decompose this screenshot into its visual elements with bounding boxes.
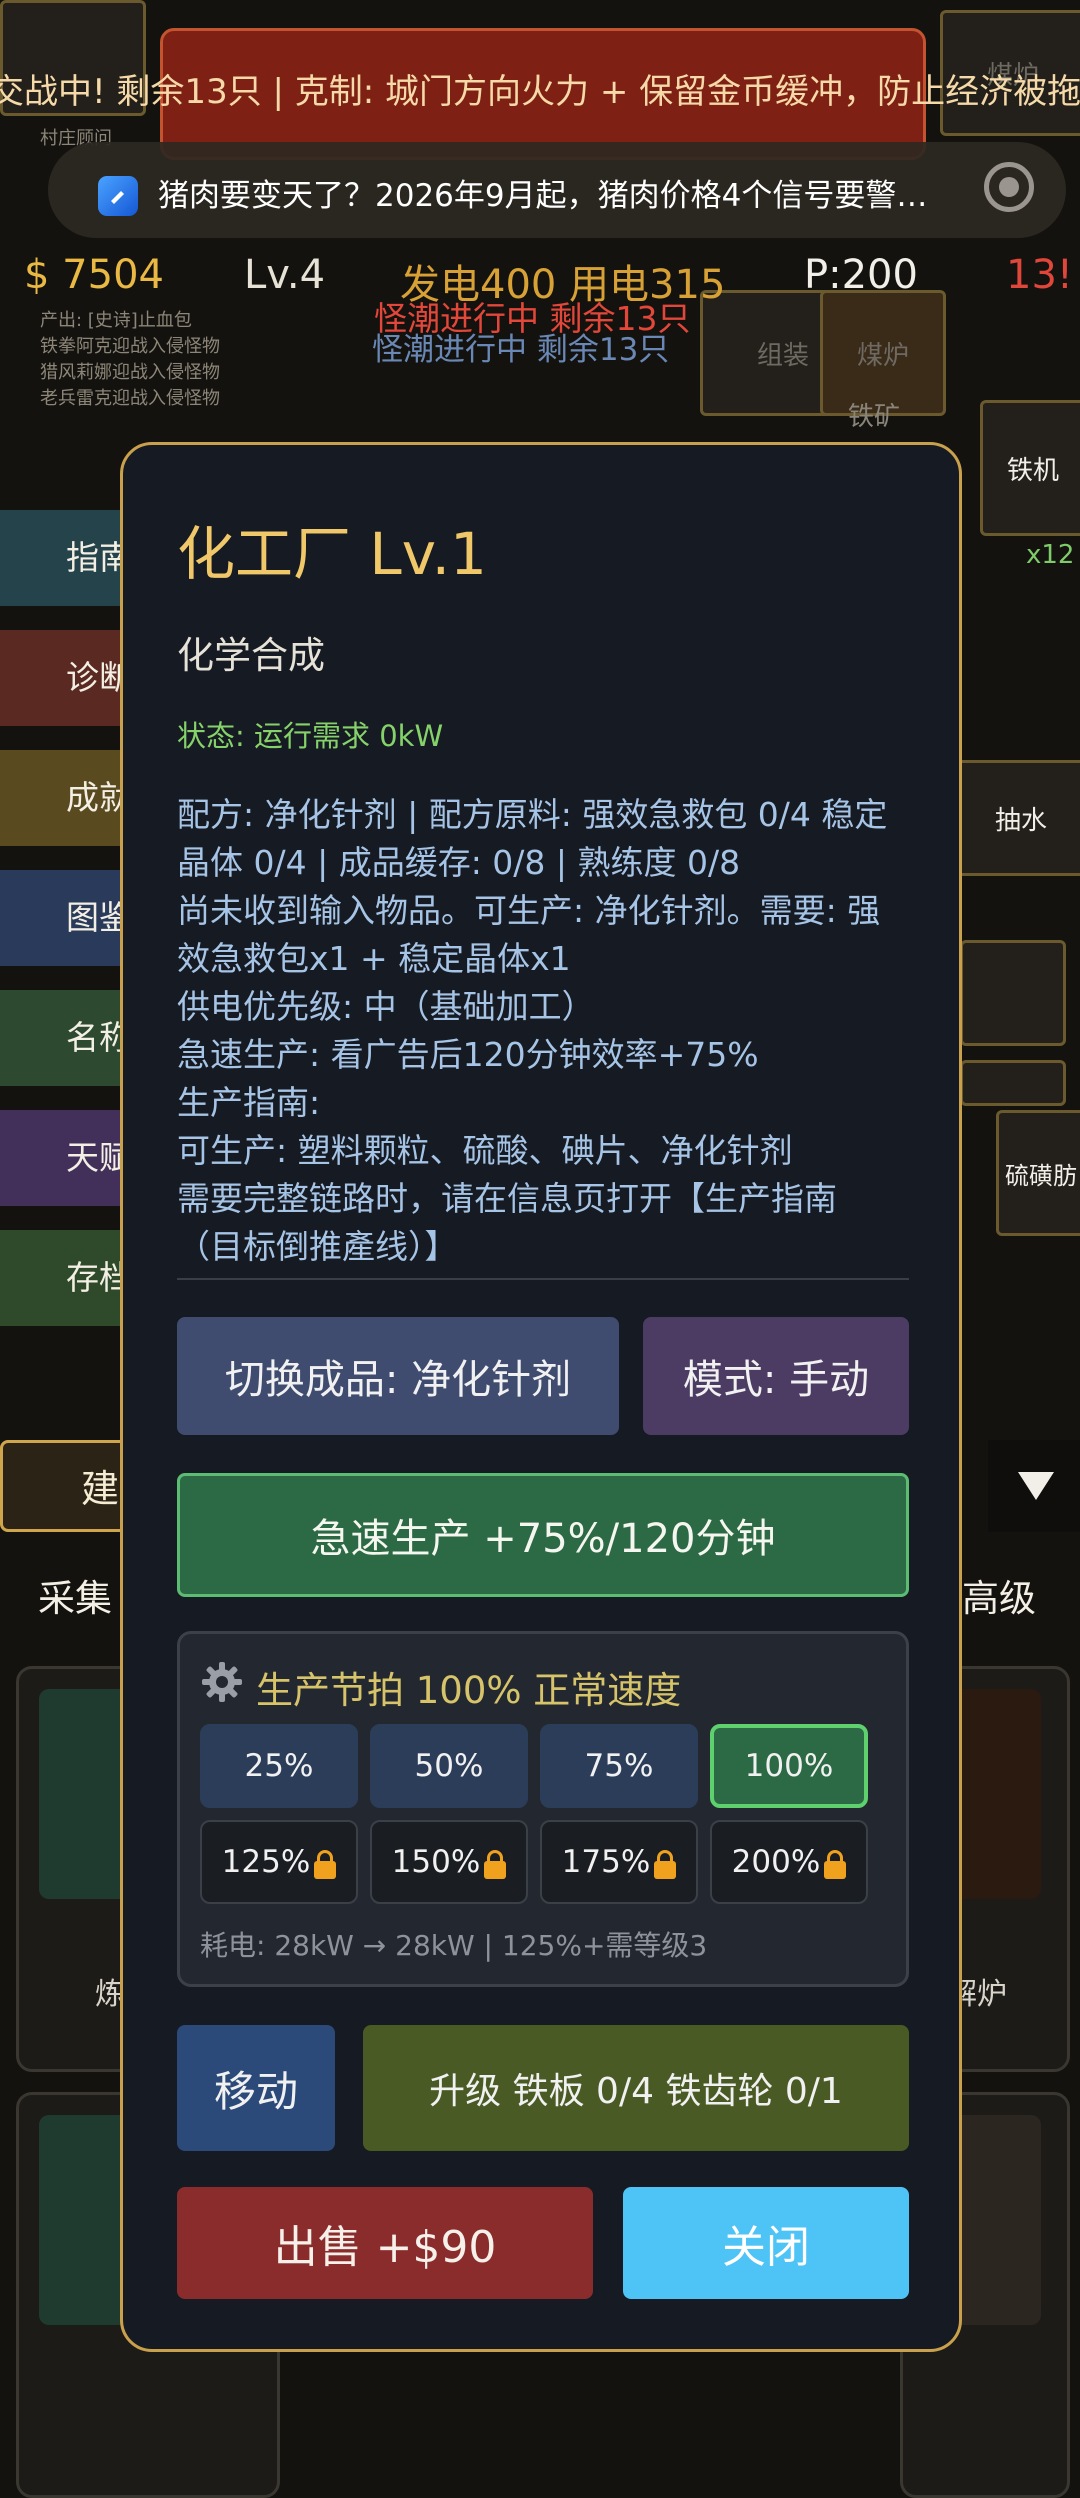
sell-building-button[interactable]: 出售 +$90 <box>177 2187 593 2299</box>
category-advanced[interactable]: 高级 <box>962 1568 1036 1622</box>
producible-list: 可生产: 塑料颗粒、硫酸、碘片、净化针剂 <box>177 1131 793 1170</box>
log-line: 铁拳阿克迎战入侵怪物 <box>40 336 220 357</box>
input-info: 尚未收到输入物品。可生产: 净化针剂。需要: 强效急救包x1 + 稳定晶体x1 <box>177 891 881 978</box>
log-line: 产出: [史诗]止血包 <box>40 310 192 331</box>
upgrade-building-button[interactable]: 升级 铁板 0/4 铁齿轮 0/1 <box>363 2025 909 2151</box>
guide-heading: 生产指南: <box>177 1083 321 1122</box>
rush-info: 急速生产: 看广告后120分钟效率+75% <box>177 1035 759 1074</box>
log-line: 老兵雷克迎战入侵怪物 <box>40 388 220 409</box>
money-counter: $ 7504 <box>24 252 164 298</box>
speed-option-50[interactable]: 50% <box>370 1724 528 1808</box>
speed-option-25[interactable]: 25% <box>200 1724 358 1808</box>
speed-option-175[interactable]: 175% <box>540 1820 698 1904</box>
speed-option-label: 50% <box>414 1748 484 1784</box>
log-line: 猎风莉娜迎战入侵怪物 <box>40 362 220 383</box>
power-consumption-note: 耗电: 28kW → 28kW | 125%+需等级3 <box>200 1929 708 1962</box>
building-detail-modal: 化工厂 Lv.1 化学合成 状态: 运行需求 0kW 配方: 净化针剂 | 配方… <box>120 442 962 2352</box>
building-status: 状态: 运行需求 0kW <box>177 719 444 753</box>
lock-icon <box>654 1850 677 1879</box>
wave-status-secondary: 怪潮进行中 剩余13只 <box>372 332 670 368</box>
building-description[interactable]: 配方: 净化针剂 | 配方原料: 强效急救包 0/4 稳定晶体 0/4 | 成品… <box>177 791 897 1281</box>
building-category: 化学合成 <box>177 634 325 677</box>
recipe-info: 配方: 净化针剂 | 配方原料: 强效急救包 0/4 稳定晶体 0/4 | 成品… <box>177 795 888 882</box>
record-icon[interactable] <box>984 162 1034 212</box>
lock-icon <box>824 1850 847 1879</box>
speed-panel-title: 生产节拍 100% 正常速度 <box>256 1669 682 1712</box>
building-title: 化工厂 Lv.1 <box>177 520 487 588</box>
enemy-alert-count[interactable]: 13! <box>1006 252 1073 298</box>
map-tile-iron-machine: 铁机 <box>980 400 1080 536</box>
rush-production-button[interactable]: 急速生产 +75%/120分钟 <box>177 1473 909 1597</box>
lock-icon <box>484 1850 507 1879</box>
map-tile <box>960 1060 1066 1106</box>
speed-option-100[interactable]: 100% <box>710 1724 868 1808</box>
move-building-button[interactable]: 移动 <box>177 2025 335 2151</box>
map-tile <box>960 940 1066 1046</box>
mode-toggle-button[interactable]: 模式: 手动 <box>643 1317 909 1435</box>
switch-product-button[interactable]: 切换成品: 净化针剂 <box>177 1317 619 1435</box>
production-speed-panel: 生产节拍 100% 正常速度 25% 50% 75% 100% 125% 150% 175%… <box>177 1631 909 1987</box>
category-gather[interactable]: 采集 <box>38 1568 112 1622</box>
divider <box>177 1278 909 1280</box>
population-counter: P:200 <box>804 252 918 298</box>
gear-icon <box>202 1662 242 1702</box>
close-modal-button[interactable]: 关闭 <box>623 2187 909 2299</box>
speed-option-label: 200% <box>731 1844 821 1880</box>
speed-option-125[interactable]: 125% <box>200 1820 358 1904</box>
speed-option-200[interactable]: 200% <box>710 1820 868 1904</box>
speed-option-150[interactable]: 150% <box>370 1820 528 1904</box>
collapse-build-bar-button[interactable] <box>988 1440 1080 1532</box>
news-app-icon <box>98 176 138 216</box>
speed-option-label: 175% <box>561 1844 651 1880</box>
map-tile-pump: 抽水 <box>956 760 1080 876</box>
wave-warning-text: 交战中! 剩余13只 | 克制: 城门方向火力 + 保留金币缓冲，防止经济被拖 <box>0 72 1080 112</box>
notification-text: 猪肉要变天了？2026年9月起，猪肉价格4个信号要警… <box>158 178 928 214</box>
map-label-iron-ore: 铁矿 <box>848 402 901 432</box>
speed-option-label: 75% <box>584 1748 654 1784</box>
speed-option-75[interactable]: 75% <box>540 1724 698 1808</box>
lock-icon <box>314 1850 337 1879</box>
player-level: Lv.4 <box>244 252 326 298</box>
guide-hint: 需要完整链路时，请在信息页打开【生产指南（目标倒推產线）】 <box>177 1179 837 1266</box>
map-tile-sulfur: 硫磺肪 <box>996 1110 1080 1236</box>
speed-option-label: 100% <box>744 1748 834 1784</box>
speed-option-label: 150% <box>391 1844 481 1880</box>
speed-option-label: 25% <box>244 1748 314 1784</box>
speed-option-label: 125% <box>221 1844 311 1880</box>
power-priority: 供电优先级: 中（基础加工） <box>177 987 595 1026</box>
system-notification[interactable]: 猪肉要变天了？2026年9月起，猪肉价格4个信号要警… <box>48 142 1066 238</box>
map-label-count: x12 <box>1026 540 1075 570</box>
